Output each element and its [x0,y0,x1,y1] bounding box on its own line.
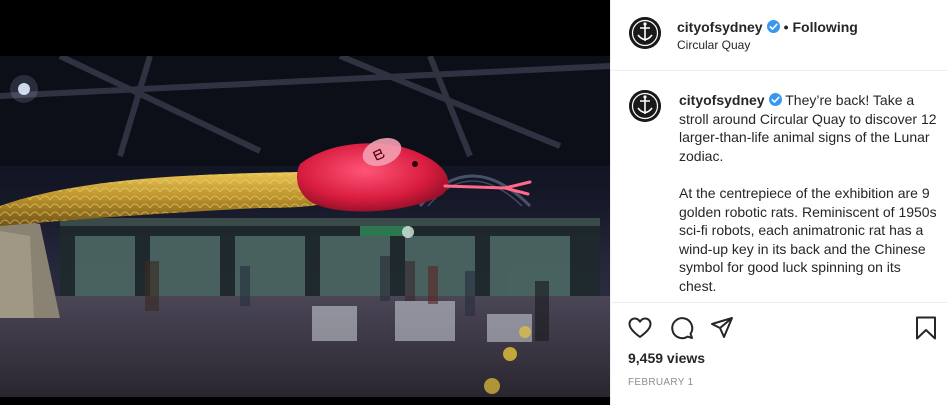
paper-plane-icon [711,317,733,338]
avatar[interactable] [629,17,661,49]
caption-text: cityofsydney They’re back! Take a stroll… [679,91,941,302]
heart-icon [628,317,652,338]
location-link[interactable]: Circular Quay [677,38,750,52]
header-username-row: cityofsydney • Following [677,19,858,35]
bookmark-icon [916,316,936,340]
verified-badge-icon [768,93,782,106]
comment-button[interactable] [669,315,695,341]
city-of-sydney-logo-icon [629,90,661,122]
view-count[interactable]: 9,459 views [628,350,705,366]
caption-username-link[interactable]: cityofsydney [679,92,765,108]
post-header: cityofsydney • Following Circular Quay [611,0,948,71]
caption-section[interactable]: cityofsydney They’re back! Take a stroll… [611,71,948,302]
save-button[interactable] [913,315,939,341]
video-frame[interactable]: 巳 [0,56,610,397]
like-button[interactable] [627,315,653,341]
circular-quay-snake-scene: 巳 [0,56,610,397]
following-button[interactable]: Following [793,19,858,35]
caption-paragraph-2: At the centrepiece of the exhibition are… [679,184,937,294]
post-sidebar: cityofsydney • Following Circular Quay cit… [610,0,948,405]
share-button[interactable] [709,315,735,341]
verified-badge-icon [766,20,780,33]
avatar[interactable] [629,90,661,122]
post-media[interactable]: 巳 [0,0,610,405]
post-date[interactable]: FEBRUARY 1 [628,377,693,388]
post-actions: 9,459 views FEBRUARY 1 [611,302,948,405]
separator-dot: • [783,19,789,35]
username-link[interactable]: cityofsydney [677,19,763,35]
city-of-sydney-logo-icon [629,17,661,49]
caption-paragraph: cityofsydney They’re back! Take a stroll… [679,91,941,165]
comment-icon [671,317,694,340]
